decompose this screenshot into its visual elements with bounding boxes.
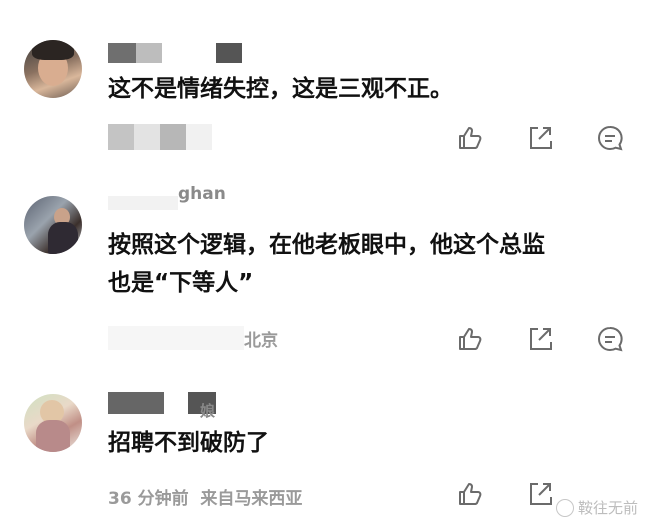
comment-icon — [598, 126, 623, 151]
reply-button[interactable] — [596, 124, 624, 152]
thumbs-up-icon — [459, 483, 482, 505]
comment-text-line-2: 也是“下等人” — [108, 270, 254, 296]
username-text: 娘 — [200, 402, 216, 420]
meta-redacted — [108, 326, 244, 350]
username-partial[interactable]: ghan — [108, 184, 268, 220]
watermark-text: 鞍往无前 — [577, 499, 638, 517]
comment-text-line-1: 按照这个逻辑，在他老板眼中，他这个总监 — [108, 232, 545, 258]
thumbs-up-icon — [459, 127, 482, 149]
comment-actions — [456, 124, 624, 152]
avatar[interactable] — [24, 40, 82, 98]
share-button[interactable] — [526, 124, 554, 152]
watermark: 鞍往无前 — [555, 497, 638, 518]
location-text: 北京 — [244, 331, 278, 351]
meta-redacted — [108, 124, 238, 150]
like-button[interactable] — [456, 480, 484, 508]
comment-icon — [598, 327, 623, 352]
share-icon — [530, 127, 552, 149]
comment-text: 这不是情绪失控，这是三观不正。 — [108, 76, 453, 102]
avatar[interactable] — [24, 196, 82, 254]
share-button[interactable] — [526, 480, 554, 508]
like-button[interactable] — [456, 325, 484, 353]
username-text: ghan — [178, 184, 226, 204]
timestamp-location: 36 分钟前 来自马来西亚 — [108, 489, 303, 509]
thumbs-up-icon — [459, 328, 482, 350]
like-button[interactable] — [456, 124, 484, 152]
watermark-logo-icon — [555, 498, 574, 517]
share-button[interactable] — [526, 325, 554, 353]
share-icon — [530, 483, 552, 505]
comment-text: 招聘不到破防了 — [108, 430, 269, 456]
reply-button[interactable] — [596, 325, 624, 353]
comment-actions — [456, 325, 624, 353]
avatar[interactable] — [24, 394, 82, 452]
username-redacted[interactable]: 娘 — [108, 392, 268, 420]
share-icon — [530, 328, 552, 350]
